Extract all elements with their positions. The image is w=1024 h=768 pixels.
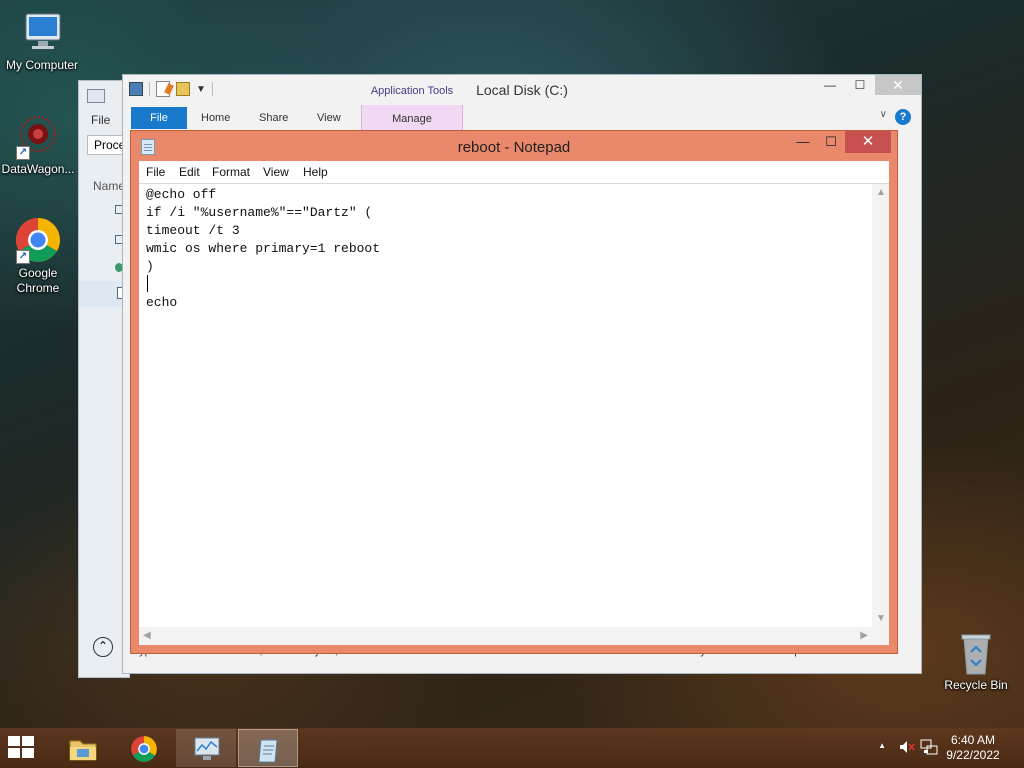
- menu-format[interactable]: Format: [212, 165, 250, 179]
- clock-date: 9/22/2022: [946, 748, 1000, 762]
- ribbon-tabs: File Home Share View Manage: [123, 105, 921, 129]
- scroll-right-icon[interactable]: ▶: [860, 630, 868, 641]
- network-icon[interactable]: [920, 738, 938, 759]
- desktop-icon-label: Google Chrome: [16, 266, 60, 295]
- taskbar: ▲ 6:40 AM 9/22/2022: [0, 728, 1024, 768]
- taskbar-notepad[interactable]: [238, 729, 298, 767]
- monitor-chart-icon: [192, 735, 220, 761]
- desktop-icon-datawagon[interactable]: ↗ DataWagon...: [0, 112, 80, 177]
- minimize-button[interactable]: —: [789, 131, 817, 153]
- notepad-title: reboot - Notepad: [457, 139, 571, 156]
- scroll-up-icon[interactable]: ▲: [876, 187, 886, 198]
- notepad-content[interactable]: @echo off if /i "%username%"=="Dartz" ( …: [146, 186, 859, 312]
- chrome-icon: [130, 735, 158, 762]
- tab-file[interactable]: File: [131, 107, 187, 129]
- collapse-ribbon-icon[interactable]: ∨: [880, 109, 887, 120]
- tab-share[interactable]: Share: [259, 112, 288, 124]
- desktop-icon-label: Recycle Bin: [944, 678, 1008, 692]
- explorer-window-controls: — ☐ ✕: [815, 75, 921, 95]
- close-button[interactable]: ✕: [875, 75, 921, 95]
- size-grip[interactable]: [872, 627, 889, 645]
- folder-icon: [68, 735, 97, 761]
- tab-manage[interactable]: Manage: [361, 113, 463, 125]
- desktop-icon-google-chrome[interactable]: ↗ Google Chrome: [0, 216, 80, 296]
- computer-icon: [18, 8, 66, 56]
- taskbar-chrome[interactable]: [114, 729, 174, 767]
- maximize-button[interactable]: ☐: [845, 75, 875, 95]
- scroll-left-icon[interactable]: ◀: [143, 630, 151, 641]
- notepad-window[interactable]: reboot - Notepad — ☐ ✕ File Edit Format …: [130, 130, 898, 654]
- desktop-icon-label: My Computer: [5, 58, 79, 72]
- desktop-icon-label: DataWagon...: [1, 162, 75, 176]
- datawagon-icon: ↗: [14, 112, 62, 160]
- shortcut-arrow-icon: ↗: [16, 250, 30, 264]
- system-clock[interactable]: 6:40 AM 9/22/2022: [938, 733, 1008, 763]
- show-hidden-icons-button[interactable]: ▲: [878, 741, 886, 750]
- speaker-muted-icon[interactable]: [898, 738, 916, 759]
- menu-help[interactable]: Help: [303, 165, 328, 179]
- tab-view[interactable]: View: [317, 112, 341, 124]
- desktop-icon-my-computer[interactable]: My Computer: [0, 8, 84, 73]
- desktop-icon-recycle-bin[interactable]: Recycle Bin: [934, 632, 1018, 693]
- shortcut-arrow-icon: ↗: [16, 146, 30, 160]
- clock-time: 6:40 AM: [950, 733, 996, 747]
- notepad-menubar: File Edit Format View Help: [139, 161, 889, 183]
- minimize-button[interactable]: —: [815, 75, 845, 95]
- taskbar-file-explorer[interactable]: [52, 729, 112, 767]
- notepad-text-area[interactable]: @echo off if /i "%username%"=="Dartz" ( …: [139, 183, 889, 645]
- explorer-title: Local Disk (C:): [476, 82, 568, 98]
- close-button[interactable]: ✕: [845, 131, 891, 153]
- menu-view[interactable]: View: [263, 165, 289, 179]
- notepad-icon: [255, 736, 283, 763]
- back-column-header[interactable]: Name: [93, 179, 125, 193]
- menu-file[interactable]: File: [146, 165, 165, 179]
- back-file-tab[interactable]: File: [91, 113, 110, 127]
- scroll-down-icon[interactable]: ▼: [876, 613, 886, 624]
- tab-home[interactable]: Home: [201, 112, 230, 124]
- help-icon[interactable]: ?: [895, 109, 911, 125]
- maximize-button[interactable]: ☐: [817, 131, 845, 153]
- recycle-bin-icon: [956, 632, 996, 676]
- window-icon: [87, 89, 105, 103]
- vertical-scrollbar[interactable]: ▲ ▼: [872, 184, 889, 627]
- expand-details-icon[interactable]: ⌃: [93, 637, 113, 657]
- taskbar-performance-monitor[interactable]: [176, 729, 236, 767]
- horizontal-scrollbar[interactable]: ◀ ▶: [139, 627, 872, 645]
- notepad-window-controls: — ☐ ✕: [789, 131, 891, 153]
- text-cursor: [147, 275, 148, 292]
- menu-edit[interactable]: Edit: [179, 165, 200, 179]
- start-button[interactable]: [8, 736, 38, 760]
- explorer-titlebar[interactable]: ▼ Application Tools Local Disk (C:) — ☐ …: [123, 75, 921, 105]
- chrome-icon: ↗: [14, 216, 62, 264]
